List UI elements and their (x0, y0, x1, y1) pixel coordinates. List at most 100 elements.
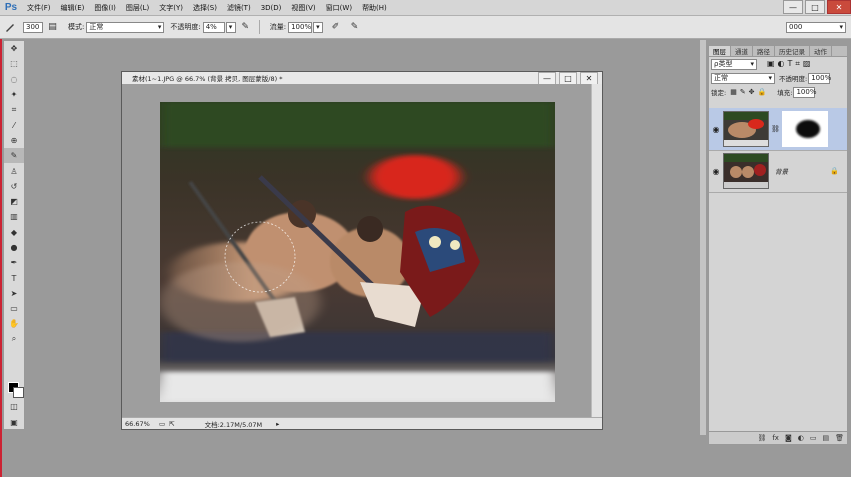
filter-type-icons[interactable]: ▣◐T⌗▨ (767, 59, 814, 69)
layer-opacity-field[interactable]: 100% (808, 72, 831, 84)
opacity-field[interactable]: 4% (202, 21, 225, 33)
history-brush-icon[interactable]: ↺ (4, 179, 24, 194)
menu-type[interactable]: 文字(Y) (154, 3, 188, 13)
window-edge (0, 0, 2, 477)
blend-mode-select[interactable]: 正常 ▾ (711, 72, 775, 84)
zoom-icon[interactable]: ⌕ (4, 332, 24, 347)
healing-icon[interactable]: ⊕ (4, 133, 24, 148)
flow-label: 流量: (269, 23, 287, 31)
brush-preset-icon[interactable] (3, 21, 16, 34)
shape-icon[interactable]: ▭ (4, 301, 24, 316)
group-icon[interactable]: ▭ (810, 434, 817, 442)
layer-row-copy[interactable]: ◉ ⛓ (709, 108, 847, 151)
pressure-opacity-icon[interactable]: ✎ (239, 21, 252, 34)
menu-view[interactable]: 视图(V) (286, 3, 320, 13)
minimize-button[interactable]: — (783, 0, 803, 14)
maximize-button[interactable]: □ (805, 0, 825, 14)
layer-thumbnail[interactable] (723, 153, 769, 189)
eye-icon[interactable]: ◉ (709, 125, 723, 134)
link-layers-icon[interactable]: ⛓ (757, 434, 766, 442)
panel-dock-strip (700, 40, 706, 435)
lock-icons[interactable]: ▦✎✥🔒 (730, 88, 769, 96)
lock-icon: 🔒 (830, 167, 839, 175)
tab-channels[interactable]: 通道 (731, 46, 753, 56)
fill-label: 填充: (777, 89, 793, 97)
chevron-right-icon[interactable]: ▸ (276, 420, 279, 428)
tab-paths[interactable]: 路径 (753, 46, 775, 56)
close-button[interactable]: ✕ (827, 0, 851, 14)
new-layer-icon[interactable]: ▤ (822, 434, 829, 442)
tab-layers[interactable]: 图层 (709, 46, 731, 56)
filter-label: ρ类型 (714, 60, 733, 68)
blend-row: 正常 ▾ 不透明度: 100% (709, 71, 847, 85)
link-icon[interactable]: ⛓ (771, 125, 780, 133)
document-info: 文档:2.17M/5.07M (204, 420, 263, 429)
canvas-area[interactable] (122, 84, 592, 419)
menu-window[interactable]: 窗口(W) (321, 3, 357, 13)
trash-icon[interactable]: 🗑 (835, 434, 844, 442)
background-color-swatch[interactable] (13, 387, 24, 398)
flow-dropdown-icon[interactable]: ▾ (313, 21, 324, 33)
layer-row-background[interactable]: ◉ 背景 🔒 (709, 150, 847, 193)
adjustment-icon[interactable]: ◐ (798, 434, 804, 442)
mode-select[interactable]: 正常 ▾ (86, 21, 165, 33)
workspace-select[interactable]: 000 ▾ (786, 21, 846, 33)
brush-panel-icon[interactable]: ▤ (46, 21, 59, 34)
blend-mode-value: 正常 (714, 74, 728, 82)
gradient-icon[interactable]: ▥ (4, 209, 24, 224)
marquee-icon[interactable]: ⬚ (4, 56, 24, 71)
opacity-label: 不透明度: (170, 23, 201, 31)
fx-icon[interactable]: fx (772, 434, 779, 442)
flow-field[interactable]: 100% (288, 21, 313, 33)
lasso-icon[interactable]: ◌ (4, 72, 24, 87)
airbrush-icon[interactable]: ✐ (329, 21, 342, 34)
pressure-size-icon[interactable]: ✎ (348, 21, 361, 34)
dodge-icon[interactable]: ● (4, 240, 24, 255)
share-icon[interactable]: ⇱ (169, 420, 174, 428)
eye-icon[interactable]: ◉ (709, 167, 723, 176)
layer-mask-thumbnail[interactable] (781, 111, 828, 147)
menu-file[interactable]: 文件(F) (22, 3, 56, 13)
status-bar: 66.67% ▭ ⇱ 文档:2.17M/5.07M ▸ (122, 417, 602, 429)
lock-label: 锁定: (711, 89, 727, 97)
menu-help[interactable]: 帮助(H) (357, 3, 392, 13)
eraser-icon[interactable]: ◩ (4, 194, 24, 209)
pen-icon[interactable]: ✒ (4, 255, 24, 270)
tab-actions[interactable]: 动作 (810, 46, 832, 56)
crop-icon[interactable]: ⌗ (4, 102, 24, 117)
tab-history[interactable]: 历史记录 (775, 46, 810, 56)
vertical-scrollbar[interactable] (591, 84, 602, 419)
quick-mask-icon[interactable]: ◫ (4, 399, 24, 414)
blur-icon[interactable]: ◆ (4, 225, 24, 240)
menu-filter[interactable]: 滤镜(T) (222, 3, 256, 13)
menu-edit[interactable]: 编辑(E) (56, 3, 90, 13)
opacity-dropdown-icon[interactable]: ▾ (225, 21, 236, 33)
hand-icon[interactable]: ✋ (4, 316, 24, 331)
fill-field[interactable]: 100% (793, 86, 816, 98)
chevron-down-icon: ▾ (839, 23, 843, 31)
quick-select-icon[interactable]: ✦ (4, 87, 24, 102)
menu-select[interactable]: 选择(S) (188, 3, 222, 13)
layer-name[interactable]: 背景 (775, 166, 788, 176)
eyedropper-icon[interactable]: ⁄ (4, 117, 24, 132)
move-icon[interactable]: ✥ (4, 41, 24, 56)
status-icon[interactable]: ▭ (159, 420, 165, 428)
screen-mode-icon[interactable]: ▣ (4, 415, 24, 430)
stamp-icon[interactable]: ♙ (4, 163, 24, 178)
mode-label: 模式: (68, 23, 85, 31)
divider (258, 20, 260, 34)
layer-filter-select[interactable]: ρ类型 ▾ (711, 58, 757, 70)
window-controls: — □ ✕ (781, 0, 851, 15)
menu-image[interactable]: 图像(I) (89, 3, 121, 13)
path-select-icon[interactable]: ➤ (4, 286, 24, 301)
layer-thumbnail[interactable] (723, 111, 769, 147)
dragon-boat-photo[interactable] (160, 102, 555, 402)
zoom-level[interactable]: 66.67% (125, 420, 155, 428)
brush-icon[interactable]: ✎ (4, 148, 24, 164)
menu-3d[interactable]: 3D(D) (256, 4, 287, 12)
layer-opacity-label: 不透明度: (779, 75, 808, 83)
type-icon[interactable]: T (4, 270, 24, 285)
menu-layer[interactable]: 图层(L) (121, 3, 154, 13)
add-mask-icon[interactable]: ◙ (785, 434, 792, 442)
brush-size-field[interactable]: 300 (23, 21, 43, 33)
